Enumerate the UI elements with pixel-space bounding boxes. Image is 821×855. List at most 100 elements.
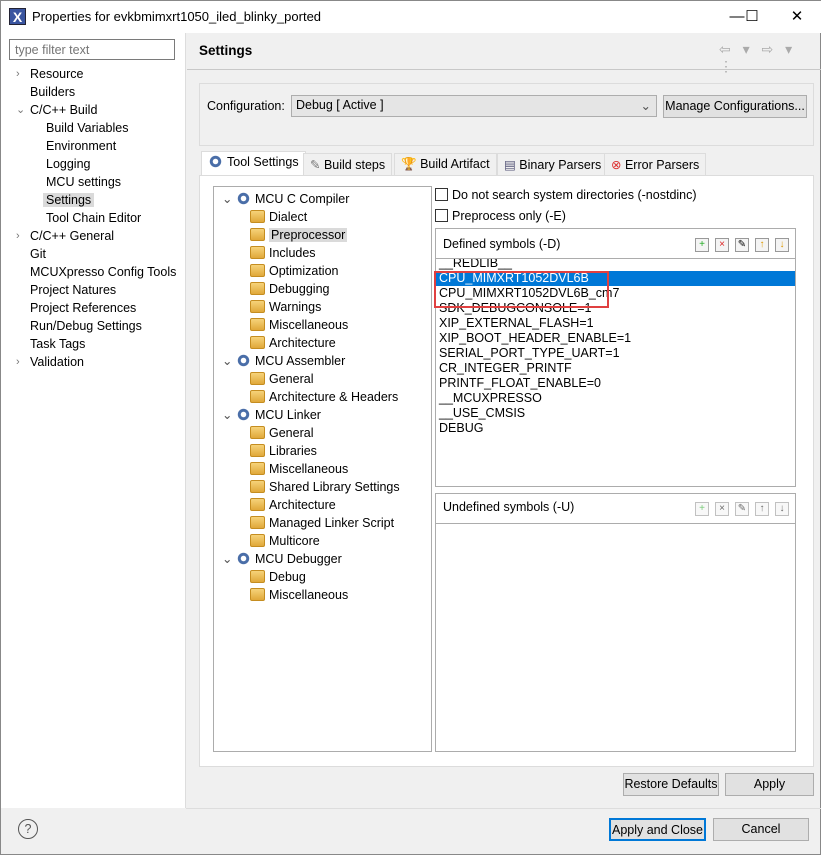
tool-category[interactable]: ⌄ MCU C Compiler bbox=[222, 190, 349, 208]
nav-item[interactable]: Task Tags bbox=[30, 335, 180, 353]
tab-label: Tool Settings bbox=[227, 155, 299, 169]
nav-item-label: Build Variables bbox=[46, 121, 129, 135]
delete-icon[interactable]: × bbox=[715, 238, 729, 252]
tool-item[interactable]: Preprocessor bbox=[250, 226, 348, 244]
move-up-icon[interactable]: ↑ bbox=[755, 238, 769, 252]
tool-category[interactable]: ⌄ MCU Debugger bbox=[222, 550, 342, 568]
tool-item[interactable]: Debugging bbox=[250, 280, 329, 298]
close-button[interactable]: ✕ bbox=[782, 5, 812, 29]
maximize-button[interactable]: ☐ bbox=[737, 5, 767, 29]
nav-item-label: Tool Chain Editor bbox=[46, 211, 142, 225]
nav-item[interactable]: Git bbox=[30, 245, 180, 263]
tool-item[interactable]: Architecture bbox=[250, 334, 336, 352]
tool-category[interactable]: ⌄ MCU Linker bbox=[222, 406, 321, 424]
symbol-item[interactable]: SERIAL_PORT_TYPE_UART=1 bbox=[436, 346, 795, 361]
chevron-down-icon[interactable]: ⌄ bbox=[16, 101, 25, 119]
apply-and-close-button[interactable]: Apply and Close bbox=[609, 818, 706, 841]
chevron-down-icon[interactable]: ⌄ bbox=[222, 192, 236, 206]
nav-item[interactable]: › Resource bbox=[16, 65, 180, 83]
preprocess-only-checkbox[interactable]: Preprocess only (-E) bbox=[435, 209, 566, 223]
tool-item[interactable]: Libraries bbox=[250, 442, 317, 460]
tool-item[interactable]: Shared Library Settings bbox=[250, 478, 400, 496]
folder-icon bbox=[250, 228, 265, 241]
filter-input[interactable] bbox=[9, 39, 175, 60]
nav-item[interactable]: Project Natures bbox=[30, 281, 180, 299]
delete-icon[interactable]: × bbox=[715, 502, 729, 516]
undefined-symbols-title: Undefined symbols (-U) bbox=[443, 500, 575, 514]
tool-item[interactable]: General bbox=[250, 370, 313, 388]
add-icon[interactable]: + bbox=[695, 238, 709, 252]
nav-item[interactable]: Tool Chain Editor bbox=[30, 209, 180, 227]
edit-icon[interactable]: ✎ bbox=[735, 238, 749, 252]
tool-item[interactable]: Architecture & Headers bbox=[250, 388, 398, 406]
tool-item[interactable]: Multicore bbox=[250, 532, 320, 550]
nav-item[interactable]: › C/C++ General bbox=[16, 227, 180, 245]
tool-item[interactable]: Dialect bbox=[250, 208, 307, 226]
tool-label: Dialect bbox=[269, 210, 308, 224]
symbol-item[interactable]: __MCUXPRESSO bbox=[436, 391, 795, 406]
symbol-item[interactable]: XIP_BOOT_HEADER_ENABLE=1 bbox=[436, 331, 795, 346]
tool-item[interactable]: Miscellaneous bbox=[250, 316, 348, 334]
build-steps-icon: ✎ bbox=[310, 158, 324, 172]
help-icon[interactable]: ? bbox=[18, 819, 38, 839]
move-up-icon[interactable]: ↑ bbox=[755, 502, 769, 516]
chevron-down-icon[interactable]: ⌄ bbox=[222, 354, 236, 368]
symbol-item[interactable]: PRINTF_FLOAT_ENABLE=0 bbox=[436, 376, 795, 391]
nav-item[interactable]: Settings bbox=[30, 191, 180, 209]
nav-item-label: Logging bbox=[46, 157, 91, 171]
tab-tool-settings[interactable]: Tool Settings bbox=[201, 151, 306, 176]
tool-item[interactable]: Miscellaneous bbox=[250, 586, 348, 604]
nav-item[interactable]: › Validation bbox=[16, 353, 180, 371]
edit-icon[interactable]: ✎ bbox=[735, 502, 749, 516]
tool-item[interactable]: Optimization bbox=[250, 262, 338, 280]
symbol-item[interactable]: XIP_EXTERNAL_FLASH=1 bbox=[436, 316, 795, 331]
nav-item[interactable]: MCUXpresso Config Tools bbox=[30, 263, 180, 281]
symbol-item[interactable]: DEBUG bbox=[436, 421, 795, 436]
tool-item[interactable]: Includes bbox=[250, 244, 316, 262]
restore-defaults-button[interactable]: Restore Defaults bbox=[623, 773, 719, 796]
tool-category[interactable]: ⌄ MCU Assembler bbox=[222, 352, 345, 370]
move-down-icon[interactable]: ↓ bbox=[775, 238, 789, 252]
nav-item[interactable]: ⌄ C/C++ Build bbox=[16, 101, 180, 119]
tab-build-artifact[interactable]: 🏆 Build Artifact bbox=[394, 153, 497, 175]
folder-icon bbox=[250, 480, 265, 493]
error-icon: ⊗ bbox=[611, 158, 622, 172]
configuration-select[interactable]: Debug [ Active ] ⌄ bbox=[291, 95, 657, 117]
folder-icon bbox=[250, 300, 265, 313]
tool-item[interactable]: Debug bbox=[250, 568, 306, 586]
tab-build-steps[interactable]: ✎ Build steps bbox=[303, 153, 393, 175]
manage-configurations-button[interactable]: Manage Configurations... bbox=[663, 95, 807, 118]
tool-item[interactable]: Architecture bbox=[250, 496, 336, 514]
tool-item[interactable]: General bbox=[250, 424, 313, 442]
window-title: Properties for evkbmimxrt1050_iled_blink… bbox=[32, 9, 322, 24]
nostdinc-checkbox[interactable]: Do not search system directories (-nostd… bbox=[435, 188, 697, 202]
cancel-button[interactable]: Cancel bbox=[713, 818, 809, 841]
nav-item[interactable]: Build Variables bbox=[30, 119, 180, 137]
tool-label: Architecture bbox=[269, 498, 336, 512]
symbol-item[interactable]: __REDLIB__ bbox=[436, 259, 795, 271]
tool-label: Miscellaneous bbox=[269, 588, 349, 602]
chevron-down-icon[interactable]: ⌄ bbox=[222, 408, 236, 422]
nav-item[interactable]: Environment bbox=[30, 137, 180, 155]
nav-item[interactable]: Builders bbox=[30, 83, 180, 101]
symbol-item[interactable]: __USE_CMSIS bbox=[436, 406, 795, 421]
apply-button[interactable]: Apply bbox=[725, 773, 814, 796]
chevron-right-icon[interactable]: › bbox=[16, 353, 20, 371]
chevron-right-icon[interactable]: › bbox=[16, 227, 20, 245]
folder-icon bbox=[250, 246, 265, 259]
chevron-down-icon[interactable]: ⌄ bbox=[222, 552, 236, 566]
nav-item[interactable]: MCU settings bbox=[30, 173, 180, 191]
chevron-right-icon[interactable]: › bbox=[16, 65, 20, 83]
move-down-icon[interactable]: ↓ bbox=[775, 502, 789, 516]
nav-item[interactable]: Project References bbox=[30, 299, 180, 317]
tab-error-parsers[interactable]: ⊗ Error Parsers bbox=[604, 153, 707, 175]
nav-item-label: Resource bbox=[30, 67, 84, 81]
add-icon[interactable]: + bbox=[695, 502, 709, 516]
tool-item[interactable]: Managed Linker Script bbox=[250, 514, 394, 532]
tool-item[interactable]: Warnings bbox=[250, 298, 321, 316]
nav-item[interactable]: Logging bbox=[30, 155, 180, 173]
symbol-item[interactable]: CR_INTEGER_PRINTF bbox=[436, 361, 795, 376]
tab-binary-parsers[interactable]: ▤ Binary Parsers bbox=[497, 153, 609, 175]
nav-item[interactable]: Run/Debug Settings bbox=[30, 317, 180, 335]
tool-item[interactable]: Miscellaneous bbox=[250, 460, 348, 478]
